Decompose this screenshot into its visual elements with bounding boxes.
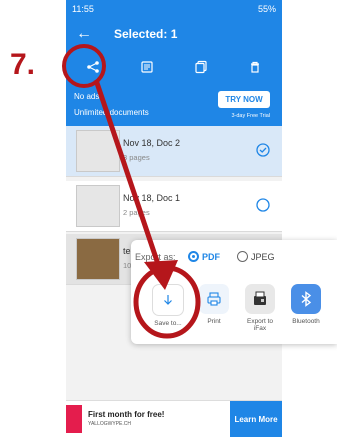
document-pages: 2 pages	[123, 208, 150, 217]
document-row[interactable]: Nov 18, Doc 2 3 pages	[66, 126, 282, 177]
export-bottom-sheet: Export as: PDF JPEG Save to... Print Exp…	[131, 240, 337, 344]
bluetooth-label: Bluetooth	[292, 318, 320, 325]
trash-icon[interactable]	[242, 54, 268, 80]
ad-domain: YALLOGWYPE.CH	[88, 421, 131, 427]
download-icon	[152, 284, 184, 316]
ad-banner[interactable]: First month for free! YALLOGWYPE.CH Lear…	[66, 400, 282, 437]
trial-text: 3-day Free Trial	[231, 113, 270, 119]
export-format-row: Export as: PDF JPEG	[131, 248, 337, 268]
ifax-option[interactable]: Export to iFax	[241, 284, 279, 332]
save-to-label: Save to...	[154, 320, 182, 327]
ad-title: First month for free!	[88, 410, 165, 419]
page-title: Selected: 1	[114, 27, 178, 41]
status-bar: 11:55 55%	[66, 0, 282, 18]
pdf-radio[interactable]	[188, 251, 199, 262]
save-to-option[interactable]: Save to...	[149, 284, 187, 327]
back-arrow-icon[interactable]: ←	[76, 25, 94, 43]
copy-icon[interactable]	[188, 54, 214, 80]
ad-logo	[66, 405, 82, 433]
share-icon[interactable]	[80, 54, 106, 80]
promo-line-documents: Unlimited documents	[74, 108, 149, 117]
bluetooth-icon	[291, 284, 321, 314]
phone-screen: 11:55 55% ← Selected: 1 No ads Unlimited…	[66, 0, 282, 437]
step-number-label: 7.	[10, 48, 36, 81]
unchecked-circle-icon[interactable]	[256, 198, 270, 212]
try-now-button[interactable]: TRY NOW	[218, 91, 270, 108]
bluetooth-option[interactable]: Bluetooth	[287, 284, 325, 325]
document-thumbnail	[76, 130, 120, 172]
document-name: Nov 18, Doc 1	[123, 193, 181, 203]
pdf-label[interactable]: PDF	[202, 252, 220, 262]
fax-icon	[245, 284, 275, 314]
ifax-label: Export to iFax	[246, 318, 273, 332]
document-thumbnail	[76, 185, 120, 227]
selection-toolbar	[66, 50, 282, 84]
export-as-label: Export as:	[135, 252, 176, 262]
export-options: Save to... Print Export to iFax Bluetoot…	[149, 284, 337, 340]
jpeg-radio[interactable]	[237, 251, 248, 262]
learn-more-button[interactable]: Learn More	[230, 401, 282, 437]
promo-line-ads: No ads	[74, 92, 100, 101]
document-thumbnail	[76, 238, 120, 280]
printer-icon	[199, 284, 229, 314]
list-icon[interactable]	[134, 54, 160, 80]
status-battery: 55%	[257, 4, 276, 14]
document-name: Nov 18, Doc 2	[123, 138, 181, 148]
document-name: te	[123, 246, 131, 256]
document-pages: 3 pages	[123, 153, 150, 162]
status-time: 11:55	[72, 4, 94, 14]
document-row[interactable]: Nov 18, Doc 1 2 pages	[66, 181, 282, 232]
premium-promo-banner: No ads Unlimited documents TRY NOW 3-day…	[66, 84, 282, 126]
app-bar: ← Selected: 1	[66, 18, 282, 50]
jpeg-label[interactable]: JPEG	[251, 252, 275, 262]
checked-circle-icon[interactable]	[256, 143, 270, 157]
print-option[interactable]: Print	[195, 284, 233, 325]
print-label: Print	[207, 318, 221, 325]
